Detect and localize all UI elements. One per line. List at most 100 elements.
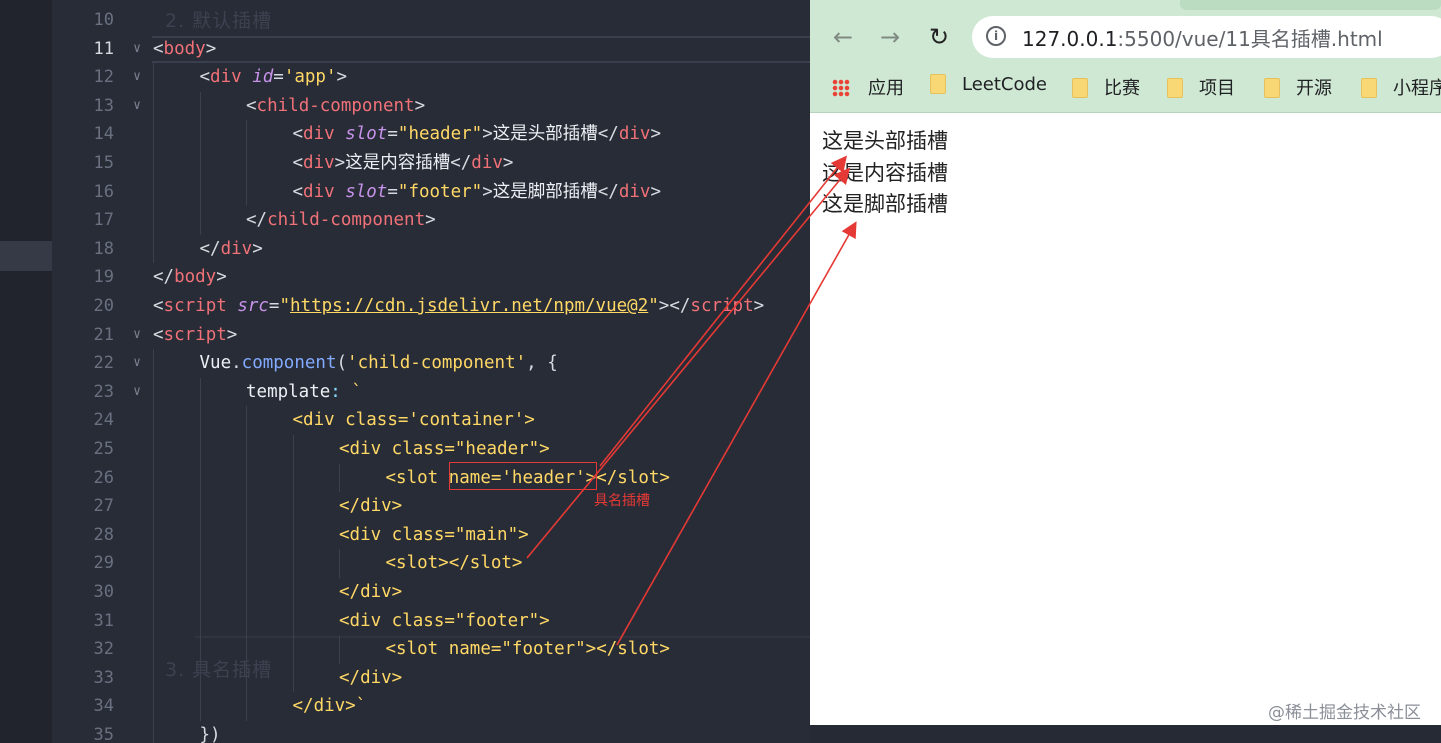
bookmark-item[interactable]: LeetCode (930, 74, 1047, 100)
code-line[interactable]: 26 <slot name='header'></slot> (0, 463, 810, 493)
folder-icon (1072, 78, 1088, 98)
indent-guide (199, 692, 201, 721)
line-number: 34 (93, 696, 114, 717)
fold-chevron-icon[interactable]: ∨ (128, 92, 146, 120)
indent-guide (246, 177, 247, 207)
line-number: 16 (93, 181, 114, 202)
folder-icon (1264, 78, 1280, 98)
annotation-box (449, 462, 597, 490)
info-icon[interactable]: i (986, 26, 1006, 46)
browser-window: ← → ↻ i 127.0.0.1:5500/vue/11具名插槽.html 应… (810, 0, 1441, 725)
indent-guide (153, 435, 154, 464)
url-text[interactable]: 127.0.0.1:5500/vue/11具名插槽.html (1022, 23, 1383, 52)
line-number: 11 (93, 38, 114, 59)
code-line[interactable]: 19 </body> (0, 263, 810, 292)
bookmark-item[interactable]: 比赛 (1072, 74, 1140, 100)
code-text: <div class="header"> (339, 439, 550, 459)
bookmark-item[interactable]: 开源 (1264, 74, 1332, 100)
code-line[interactable]: 27 </div> (0, 492, 810, 521)
code-line[interactable]: 25 <div class="header"> (0, 435, 810, 464)
code-line[interactable]: 20 <script src="https://cdn.jsdelivr.net/… (0, 292, 810, 321)
fold-chevron-icon[interactable]: ∨ (128, 349, 146, 377)
fold-chevron-icon[interactable]: ∨ (128, 35, 146, 63)
code-line[interactable]: 18 </div> (0, 234, 810, 264)
indent-guide (246, 549, 247, 578)
reload-icon[interactable]: ↻ (924, 22, 954, 52)
code-line[interactable]: 11 ∨ <body> (0, 35, 810, 64)
code-line[interactable]: 24 <div class='container'> (0, 406, 810, 435)
code-line[interactable]: 29 <slot></slot> (0, 549, 810, 578)
code-line[interactable]: 13 ∨ <child-component> (0, 91, 810, 121)
code-line[interactable]: 16 <div slot="footer">这是脚部插槽</div> (0, 177, 810, 207)
code-text: template: ` (246, 381, 362, 402)
line-number: 25 (93, 439, 114, 459)
indent-guide (292, 492, 294, 521)
line-number: 30 (93, 582, 114, 602)
indent-guide (199, 578, 201, 607)
code-text: </div> (339, 667, 403, 688)
code-text: <script> (153, 324, 238, 345)
indent-guide (153, 120, 154, 149)
code-text: <slot></slot> (385, 553, 523, 574)
code-line[interactable]: 23 ∨ template: ` (0, 377, 810, 407)
fold-chevron-icon[interactable]: ∨ (128, 321, 146, 349)
page-text-line: 这是脚部插槽 (822, 192, 948, 216)
indent-guide (246, 520, 247, 550)
page-text-line: 这是内容插槽 (822, 160, 948, 185)
indent-guide (246, 463, 247, 493)
address-bar[interactable]: i 127.0.0.1:5500/vue/11具名插槽.html (972, 16, 1441, 58)
folder-icon (1361, 78, 1377, 98)
code-line[interactable]: 34 </div>` (0, 692, 810, 721)
indent-guide (246, 149, 247, 178)
bookmark-item[interactable]: 应用 (832, 74, 904, 100)
indent-guide (153, 349, 154, 378)
code-line[interactable]: 30 </div> (0, 578, 810, 607)
code-line[interactable]: 33 </div> (0, 663, 810, 693)
indent-guide (153, 635, 154, 664)
indent-guide (292, 549, 294, 578)
bookmark-item[interactable]: 项目 (1167, 74, 1235, 100)
indent-guide (153, 206, 154, 235)
code-line[interactable]: 35}) (0, 721, 810, 743)
code-text: </div> (339, 582, 403, 602)
code-text: <body> (153, 38, 217, 59)
indent-guide (292, 463, 294, 493)
code-line[interactable]: 32 <slot name="footer"></slot> (0, 635, 810, 664)
browser-tab-strip[interactable] (1180, 0, 1441, 10)
indent-guide (292, 663, 294, 693)
line-number: 27 (93, 496, 114, 517)
code-text: </child-component> (246, 210, 436, 231)
code-line[interactable]: 10 (0, 6, 810, 35)
code-text: </body> (153, 267, 227, 288)
indent-guide (199, 435, 201, 464)
code-line[interactable]: 31 <div class="footer"> (0, 606, 810, 636)
indent-guide (199, 463, 201, 493)
url-path: :5500/vue/11具名插槽.html (1117, 27, 1383, 51)
back-arrow-icon[interactable]: ← (828, 22, 858, 52)
indent-guide (199, 91, 201, 121)
code-line[interactable]: 17 </child-component> (0, 206, 810, 235)
indent-guide (153, 492, 154, 521)
code-text: <div slot="header">这是头部插槽</div> (292, 124, 661, 145)
code-line[interactable]: 12 ∨ <div id='app'> (0, 63, 810, 92)
bookmark-label: 应用 (868, 78, 904, 99)
indent-guide (153, 692, 154, 721)
code-line[interactable]: 14 <div slot="header">这是头部插槽</div> (0, 120, 810, 149)
line-number: 17 (93, 210, 114, 231)
line-number: 20 (93, 296, 114, 316)
bookmark-item[interactable]: 小程序 (1361, 74, 1441, 100)
indent-guide (292, 520, 294, 550)
line-number: 14 (93, 124, 114, 145)
forward-arrow-icon[interactable]: → (875, 22, 905, 52)
line-number: 10 (93, 10, 114, 30)
code-line[interactable]: 22 ∨ Vue.component('child-component', { (0, 349, 810, 378)
fold-chevron-icon[interactable]: ∨ (128, 63, 146, 91)
indent-guide (292, 606, 294, 636)
code-line[interactable]: 21 ∨ <script> (0, 321, 810, 350)
code-editor[interactable]: 2. 默认插槽 3. 具名插槽 10 11 ∨ <body> 12 ∨ <div id='a… (0, 0, 810, 743)
indent-guide (199, 520, 201, 550)
fold-chevron-icon[interactable]: ∨ (128, 378, 146, 406)
code-line[interactable]: 28 <div class="main"> (0, 520, 810, 550)
indent-guide (153, 520, 154, 550)
code-line[interactable]: 15 <div>这是内容插槽</div> (0, 149, 810, 178)
